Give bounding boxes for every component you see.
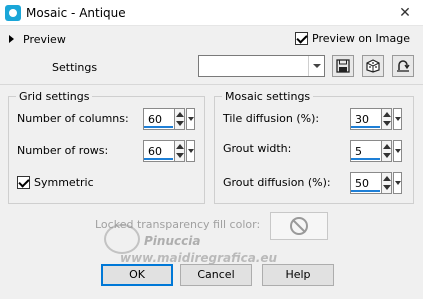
reset-icon	[397, 60, 410, 72]
chevron-down-icon[interactable]	[393, 172, 402, 194]
settings-label: Settings	[52, 61, 98, 74]
grout-width-spinner[interactable]: 5	[350, 140, 402, 162]
rows-spinner[interactable]: 60	[143, 140, 195, 162]
expand-arrow-icon	[9, 35, 14, 43]
window-title: Mosaic - Antique	[26, 6, 126, 20]
chevron-down-icon[interactable]	[186, 108, 195, 130]
watermark-logo	[104, 224, 140, 254]
spin-arrows-icon[interactable]	[381, 108, 392, 130]
grout-width-input[interactable]: 5	[350, 140, 381, 162]
grout-width-label: Grout width:	[223, 142, 292, 155]
columns-input[interactable]: 60	[143, 108, 174, 130]
checkbox-checked-icon[interactable]	[295, 32, 308, 45]
locked-fill-color-swatch	[270, 212, 328, 240]
grid-settings-group: Grid settings Number of columns: 60 Numb…	[8, 90, 205, 204]
mosaic-settings-group: Mosaic settings Tile diffusion (%): 30 G…	[214, 90, 414, 204]
symmetric-label: Symmetric	[34, 176, 94, 189]
save-preset-button[interactable]	[332, 55, 354, 77]
tile-diffusion-spinner[interactable]: 30	[350, 108, 402, 130]
grout-diffusion-spinner[interactable]: 50	[350, 172, 402, 194]
help-button[interactable]: Help	[262, 264, 334, 286]
separator	[0, 84, 423, 85]
dice-icon	[366, 59, 380, 73]
chevron-down-icon[interactable]	[393, 108, 402, 130]
grout-diffusion-input[interactable]: 50	[350, 172, 381, 194]
spin-arrows-icon[interactable]	[381, 172, 392, 194]
randomize-button[interactable]	[362, 55, 384, 77]
preview-label: Preview	[23, 33, 66, 46]
chevron-down-icon[interactable]	[393, 140, 402, 162]
cancel-button[interactable]: Cancel	[180, 264, 252, 286]
grid-settings-title: Grid settings	[16, 90, 93, 103]
columns-spinner[interactable]: 60	[143, 108, 195, 130]
rows-label: Number of rows:	[17, 144, 109, 157]
rows-input[interactable]: 60	[143, 140, 174, 162]
checkbox-checked-icon[interactable]	[17, 176, 30, 189]
spin-arrows-icon[interactable]	[381, 140, 392, 162]
spin-arrows-icon[interactable]	[174, 108, 185, 130]
close-button[interactable]: ✕	[387, 0, 423, 26]
tile-diffusion-input[interactable]: 30	[350, 108, 381, 130]
columns-label: Number of columns:	[17, 112, 129, 125]
settings-dropdown[interactable]	[198, 55, 325, 77]
tile-diffusion-label: Tile diffusion (%):	[223, 112, 320, 125]
chevron-down-icon[interactable]	[308, 56, 324, 76]
app-icon	[5, 5, 21, 21]
save-icon	[336, 59, 350, 73]
spin-arrows-icon[interactable]	[174, 140, 185, 162]
no-entry-icon	[290, 217, 308, 235]
mosaic-settings-title: Mosaic settings	[222, 90, 314, 103]
grout-diffusion-label: Grout diffusion (%):	[223, 176, 331, 189]
watermark-url: www.maidiregrafica.eu	[120, 251, 278, 265]
reset-button[interactable]	[392, 55, 414, 77]
chevron-down-icon[interactable]	[186, 140, 195, 162]
title-bar: Mosaic - Antique ✕	[0, 0, 423, 26]
watermark-name: Pinuccia	[144, 234, 201, 248]
ok-button[interactable]: OK	[101, 264, 173, 286]
preview-on-image-label: Preview on Image	[312, 32, 410, 45]
